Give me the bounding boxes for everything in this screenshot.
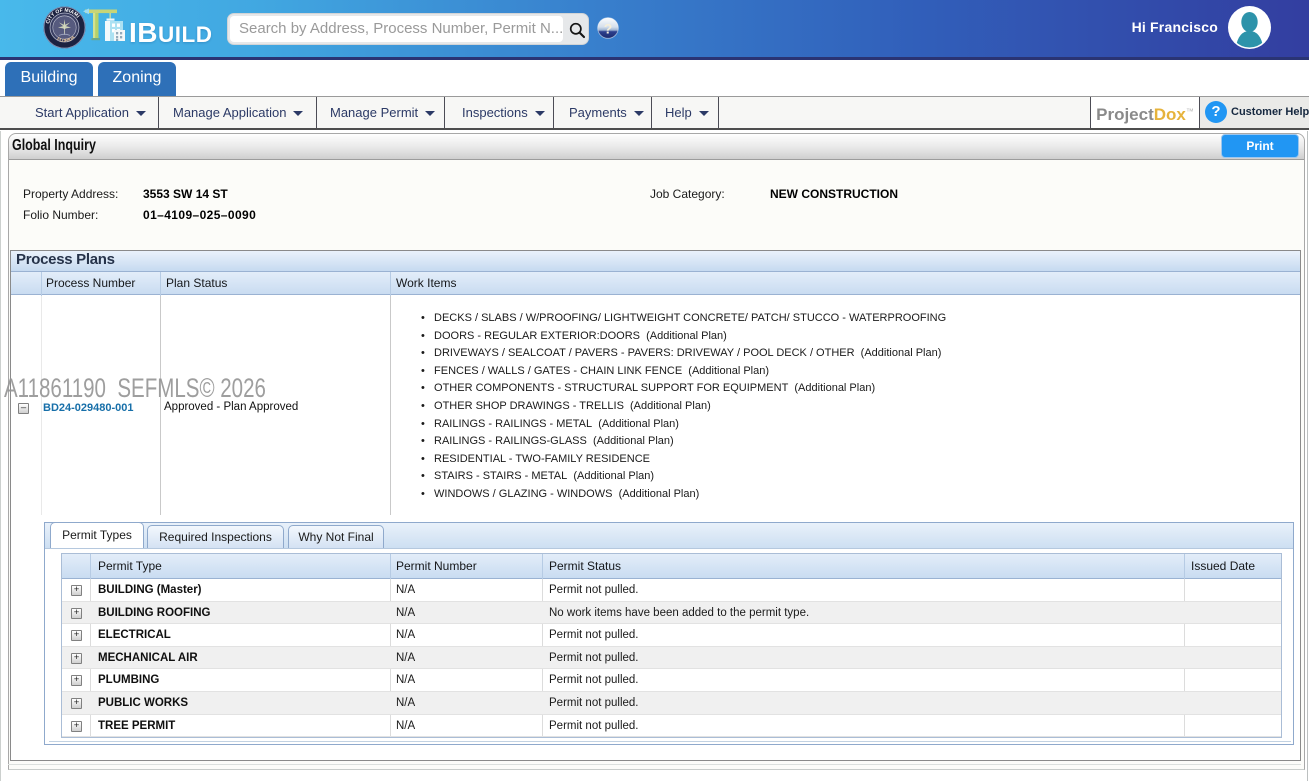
svg-text:?: ? [604, 21, 613, 37]
